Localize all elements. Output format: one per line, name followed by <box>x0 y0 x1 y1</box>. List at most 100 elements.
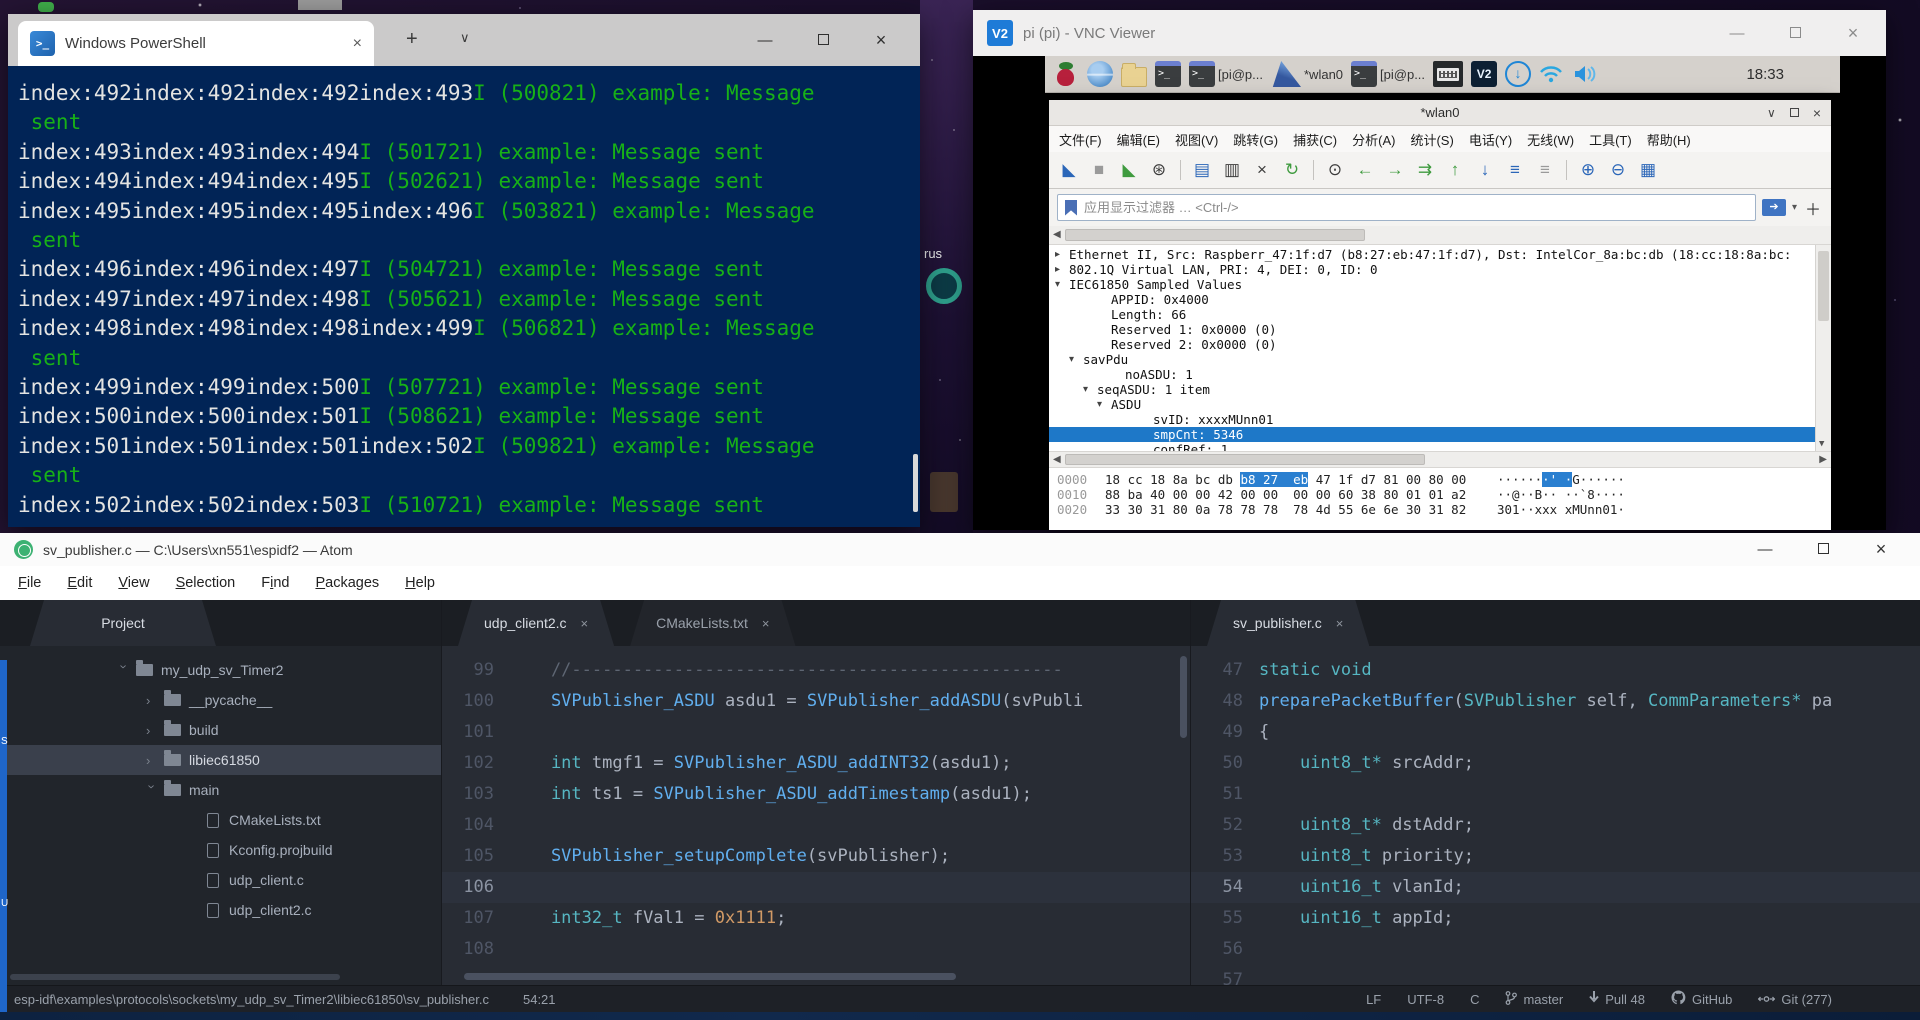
tab-udp_client2.c[interactable]: udp_client2.c× <box>458 600 614 646</box>
packet-tree-row[interactable]: confRef: 1 <box>1049 442 1831 451</box>
packet-tree-row[interactable]: ▾ASDU <box>1049 397 1831 412</box>
status-cursor-position[interactable]: 54:21 <box>523 992 556 1007</box>
wireshark-menu-item[interactable]: 电话(Y) <box>1469 130 1512 149</box>
taskbar-item-shark[interactable]: *wlan0 <box>1271 61 1343 87</box>
menu-find[interactable]: Find <box>261 575 289 591</box>
taskbar-item-download[interactable]: ↓ <box>1505 61 1531 87</box>
taskbar-item-volume[interactable] <box>1573 61 1599 87</box>
bottom-icon[interactable]: ↓ <box>1473 158 1497 182</box>
project-tab[interactable]: Project <box>30 600 216 646</box>
new-tab-button[interactable]: + <box>406 28 418 51</box>
menu-file[interactable]: File <box>18 575 41 591</box>
resize-icon[interactable]: ▦ <box>1636 158 1660 182</box>
taskbar-item-terminal[interactable]: >_ <box>1155 61 1181 87</box>
tab-CMakeLists.txt[interactable]: CMakeLists.txt× <box>630 600 795 646</box>
taskbar-item-terminal[interactable]: >_[pi@p... <box>1351 61 1425 87</box>
taskbar-item-folder[interactable] <box>1121 64 1147 84</box>
packet-tree-row[interactable]: svID: xxxxMUnn01 <box>1049 412 1831 427</box>
forward-icon[interactable]: → <box>1383 158 1407 182</box>
status-git-277-[interactable]: Git (277) <box>1758 992 1832 1007</box>
maximize-button[interactable] <box>794 32 852 49</box>
maximize-button[interactable] <box>1766 25 1824 42</box>
detail-hscrollbar[interactable]: ◀ ▶ <box>1049 451 1831 468</box>
stop-icon[interactable]: ■ <box>1087 158 1111 182</box>
powershell-tab[interactable]: >_ Windows PowerShell × <box>18 21 374 66</box>
find-icon[interactable]: ⊙ <box>1323 158 1347 182</box>
zoom-out-icon[interactable]: ⊖ <box>1606 158 1630 182</box>
wireshark-menu-item[interactable]: 分析(A) <box>1352 130 1395 149</box>
wireshark-menu-item[interactable]: 统计(S) <box>1410 130 1453 149</box>
open-icon[interactable]: ▤ <box>1190 158 1214 182</box>
status-c[interactable]: C <box>1470 992 1479 1007</box>
wireshark-menu-item[interactable]: 工具(T) <box>1589 130 1632 149</box>
code-editor[interactable]: 99 //-----------------------------------… <box>442 646 1190 985</box>
packet-tree-row[interactable]: ▾seqASDU: 1 item <box>1049 382 1831 397</box>
wireshark-menu-item[interactable]: 编辑(E) <box>1117 130 1160 149</box>
terminal-scrollbar[interactable] <box>913 454 918 512</box>
display-filter-input[interactable] <box>1057 194 1756 221</box>
packet-tree-row[interactable]: APPID: 0x4000 <box>1049 292 1831 307</box>
tree-item-libiec61850[interactable]: ›libiec61850 <box>0 745 441 775</box>
filter-dropdown-icon[interactable]: ▾ <box>1792 202 1797 213</box>
menu-view[interactable]: View <box>118 575 149 591</box>
menu-selection[interactable]: Selection <box>176 575 236 591</box>
save-icon[interactable]: ▥ <box>1220 158 1244 182</box>
minimize-button[interactable]: — <box>1736 541 1794 558</box>
close-icon[interactable]: × <box>1250 158 1274 182</box>
top-icon[interactable]: ↑ <box>1443 158 1467 182</box>
fin-restart-icon[interactable]: ◣ <box>1117 158 1141 182</box>
packet-tree-row[interactable]: ▸802.1Q Virtual LAN, PRI: 4, DEI: 0, ID:… <box>1049 262 1831 277</box>
close-button[interactable]: × <box>1813 101 1821 126</box>
list-active-icon[interactable]: ≡ <box>1503 158 1527 182</box>
wireshark-menu-item[interactable]: 帮助(H) <box>1647 130 1691 149</box>
tree-item-__pycache__[interactable]: ›__pycache__ <box>0 685 441 715</box>
wireshark-menu-item[interactable]: 无线(W) <box>1527 130 1574 149</box>
detail-scrollbar[interactable]: ▼ <box>1815 245 1831 451</box>
tree-item-main[interactable]: ›main <box>0 775 441 805</box>
back-icon[interactable]: ← <box>1353 158 1377 182</box>
menu-edit[interactable]: Edit <box>67 575 92 591</box>
tree-item-Kconfig.projbuild[interactable]: Kconfig.projbuild <box>0 835 441 865</box>
tree-item-build[interactable]: ›build <box>0 715 441 745</box>
packet-tree-row[interactable]: ▾savPdu <box>1049 352 1831 367</box>
filter-add-button[interactable]: ＋ <box>1805 196 1821 220</box>
maximize-button[interactable] <box>1794 541 1852 558</box>
taskbar-item-terminal[interactable]: >_[pi@p... <box>1189 61 1263 87</box>
options-icon[interactable]: ⊛ <box>1147 158 1171 182</box>
shade-button[interactable]: ∨ <box>1767 101 1776 126</box>
reload-icon[interactable]: ↻ <box>1280 158 1304 182</box>
editor-vscrollbar[interactable] <box>1180 656 1187 738</box>
tree-item-my_udp_sv_Timer2[interactable]: ›my_udp_sv_Timer2 <box>0 655 441 685</box>
tab-close-icon[interactable]: × <box>762 616 770 631</box>
taskbar-item-vnc[interactable]: V2 <box>1471 61 1497 87</box>
tab-close-icon[interactable]: × <box>581 616 589 631</box>
wireshark-menu-item[interactable]: 跳转(G) <box>1233 130 1278 149</box>
packet-list-scrollbar[interactable]: ◀ <box>1049 226 1831 245</box>
packet-tree-row[interactable]: ▸Ethernet II, Src: Raspberr_47:1f:d7 (b8… <box>1049 247 1831 262</box>
taskbar-item-raspberry[interactable] <box>1053 61 1079 87</box>
status-pull-48[interactable]: Pull 48 <box>1589 991 1645 1007</box>
status-utf-8[interactable]: UTF-8 <box>1407 992 1444 1007</box>
packet-tree-row[interactable]: Reserved 1: 0x0000 (0) <box>1049 322 1831 337</box>
close-button[interactable]: × <box>1824 23 1882 44</box>
tree-hscrollbar[interactable] <box>10 974 340 980</box>
menu-packages[interactable]: Packages <box>315 575 379 591</box>
minimize-button[interactable]: — <box>736 32 794 49</box>
tree-item-CMakeLists.txt[interactable]: CMakeLists.txt <box>0 805 441 835</box>
goto-icon[interactable]: ⇉ <box>1413 158 1437 182</box>
wireshark-menu-item[interactable]: 视图(V) <box>1175 130 1218 149</box>
packet-tree-row[interactable]: ▾IEC61850 Sampled Values <box>1049 277 1831 292</box>
tree-item-udp_client.c[interactable]: udp_client.c <box>0 865 441 895</box>
wireshark-menu-item[interactable]: 捕获(C) <box>1293 130 1337 149</box>
status-master[interactable]: master <box>1505 991 1563 1008</box>
packet-tree-row[interactable]: Reserved 2: 0x0000 (0) <box>1049 337 1831 352</box>
close-button[interactable]: × <box>852 30 910 51</box>
wireshark-menu-item[interactable]: 文件(F) <box>1059 130 1102 149</box>
tab-dropdown-icon[interactable]: ∨ <box>460 30 470 46</box>
tab-sv_publisher.c[interactable]: sv_publisher.c× <box>1207 600 1369 646</box>
status-lf[interactable]: LF <box>1366 992 1381 1007</box>
tab-close-icon[interactable]: × <box>1336 616 1344 631</box>
fin-start-icon[interactable]: ◣ <box>1057 158 1081 182</box>
menu-help[interactable]: Help <box>405 575 435 591</box>
status-file-path[interactable]: esp-idf\examples\protocols\sockets\my_ud… <box>14 992 489 1007</box>
